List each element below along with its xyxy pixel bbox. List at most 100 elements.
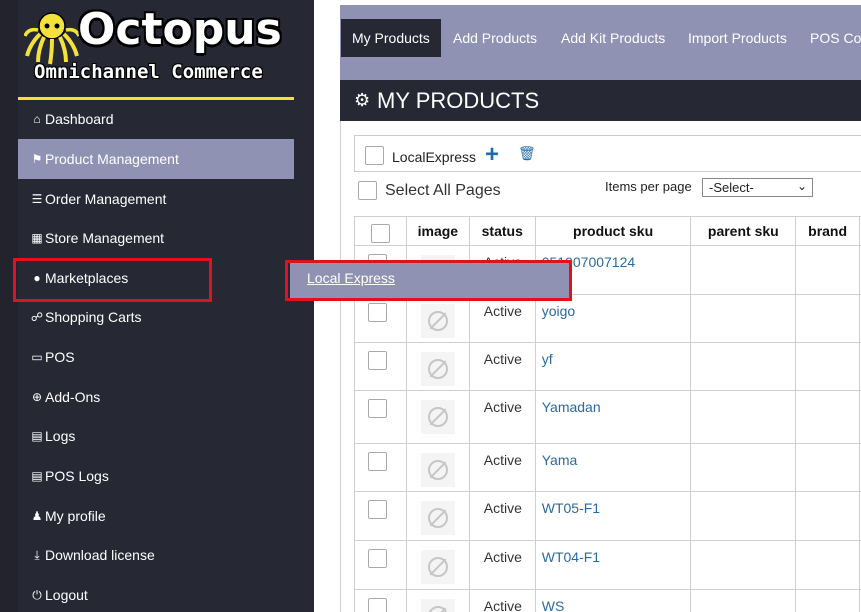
cubes-icon: ▦	[31, 231, 43, 245]
tab-bar: My Products Add Products Add Kit Product…	[340, 5, 861, 80]
no-image-icon	[420, 550, 455, 584]
user-icon: ♟	[31, 509, 43, 523]
no-image-icon	[420, 501, 455, 535]
highlight-marketplaces	[13, 258, 212, 302]
sidebar-item-product-management[interactable]: ⚑ Product Management	[18, 139, 294, 179]
highlight-local-express	[285, 260, 572, 301]
store-row: LocalExpress + 🗑	[354, 135, 861, 172]
row-checkbox[interactable]	[368, 303, 387, 322]
gears-icon: ⚙	[354, 90, 371, 110]
items-per-page-select[interactable]: -Select- ⌄	[702, 178, 813, 197]
select-all-checkbox[interactable]	[358, 181, 377, 200]
logo[interactable]: Octopus Omnichannel Commerce	[18, 0, 294, 100]
no-image-icon	[420, 304, 455, 338]
sidebar-item-dashboard[interactable]: ⌂ Dashboard	[18, 99, 294, 139]
sidebar-item-label: My profile	[45, 508, 106, 524]
power-icon: ⏻	[32, 587, 42, 602]
file-icon: ▤	[31, 429, 43, 443]
logo-title: Octopus	[78, 4, 282, 55]
plus-icon[interactable]: +	[485, 141, 499, 169]
sku-link[interactable]: Yamadan	[536, 391, 691, 415]
sidebar-item-label: Logs	[45, 428, 76, 444]
column-header-brand[interactable]: brand	[795, 216, 861, 246]
row-checkbox[interactable]	[368, 399, 387, 418]
sku-link[interactable]: yf	[536, 343, 691, 367]
column-header-image[interactable]: image	[405, 216, 470, 246]
table-row: Active yoigo	[354, 294, 861, 343]
sidebar-item-shopping-carts[interactable]: ☍ Shopping Carts	[18, 297, 294, 337]
sku-link[interactable]: WT04-F1	[536, 541, 691, 565]
row-checkbox[interactable]	[368, 452, 387, 471]
sidebar-item-label: Order Management	[45, 191, 167, 207]
select-all-label: Select All Pages	[385, 182, 501, 199]
trash-icon[interactable]: 🗑	[518, 145, 536, 162]
row-checkbox[interactable]	[368, 598, 387, 612]
sidebar-item-label: Store Management	[45, 230, 165, 246]
sidebar-item-download-license[interactable]: ⤓ Download license	[18, 535, 294, 575]
no-image-icon	[420, 453, 455, 487]
sidebar-item-label: POS	[45, 349, 75, 365]
octopus-icon	[24, 12, 80, 65]
header-checkbox[interactable]	[370, 223, 390, 243]
row-checkbox[interactable]	[368, 549, 387, 568]
column-header-parent-sku[interactable]: parent sku	[690, 216, 797, 246]
no-image-icon	[420, 599, 455, 612]
sku-link[interactable]: WS	[536, 590, 691, 612]
status-text: Active	[483, 598, 522, 612]
tab-add-products[interactable]: Add Products	[442, 19, 548, 57]
table-row: Active WS	[354, 589, 861, 612]
chevron-down-icon: ⌄	[796, 179, 807, 193]
logo-subtitle: Omnichannel Commerce	[34, 61, 263, 83]
sidebar-item-store-management[interactable]: ▦ Store Management	[18, 218, 294, 258]
tab-my-products[interactable]: My Products	[341, 19, 441, 57]
table-row: Active yf	[354, 342, 861, 391]
sku-link[interactable]: Yama	[536, 444, 691, 468]
status-text: Active	[483, 500, 522, 516]
home-icon: ⌂	[33, 112, 41, 126]
status-text: Active	[483, 351, 522, 367]
database-icon: ☰	[31, 192, 43, 206]
sidebar-item-order-management[interactable]: ☰ Order Management	[18, 179, 294, 219]
row-checkbox[interactable]	[368, 351, 387, 370]
header-checkbox-cell	[354, 216, 407, 246]
main-content: My Products Add Products Add Kit Product…	[340, 0, 861, 612]
column-header-product-sku[interactable]: product sku	[534, 216, 692, 246]
sidebar-item-pos-logs[interactable]: ▤ POS Logs	[18, 456, 294, 496]
sidebar-item-label: Shopping Carts	[45, 309, 142, 325]
sidebar-item-label: Download license	[45, 547, 155, 563]
sidebar-item-logs[interactable]: ▤ Logs	[18, 416, 294, 456]
table-row: Active WT04-F1	[354, 540, 861, 590]
items-per-page-label: Items per page	[605, 179, 692, 194]
no-image-icon	[420, 400, 455, 434]
sidebar-item-label: Logout	[45, 587, 88, 603]
table-header-row: image status product sku parent sku bran…	[354, 216, 861, 246]
sidebar-item-label: Add-Ons	[45, 389, 101, 405]
plus-circle-icon: ⊕	[31, 390, 43, 404]
sidebar-strip	[294, 0, 314, 612]
tab-add-kit-products[interactable]: Add Kit Products	[550, 19, 676, 57]
status-text: Active	[483, 549, 522, 565]
status-text: Active	[483, 399, 522, 415]
products-panel: LocalExpress + 🗑 Select All Pages Items …	[340, 121, 861, 612]
tab-import-products[interactable]: Import Products	[677, 19, 798, 57]
sidebar-item-label: POS Logs	[45, 468, 109, 484]
items-per-page-value: -Select-	[709, 180, 754, 195]
table-row: Active WT05-F1	[354, 491, 861, 541]
download-icon: ⤓	[34, 547, 40, 562]
sidebar-item-my-profile[interactable]: ♟ My profile	[18, 496, 294, 536]
store-label: LocalExpress	[392, 149, 477, 165]
sidebar-item-pos[interactable]: ▭ POS	[18, 337, 294, 377]
tab-pos[interactable]: POS Co	[799, 19, 861, 57]
file-icon: ▤	[31, 469, 43, 483]
sku-link[interactable]: WT05-F1	[536, 492, 691, 516]
sidebar-item-add-ons[interactable]: ⊕ Add-Ons	[18, 377, 294, 417]
sidebar-item-label: Dashboard	[45, 111, 114, 127]
sidebar-edge	[0, 0, 18, 612]
sidebar-item-logout[interactable]: ⏻ Logout	[18, 575, 294, 612]
page-title: MY PRODUCTS	[377, 88, 540, 113]
app-root: Octopus Omnichannel Commerce ⌂ Dashboard …	[0, 0, 861, 612]
store-checkbox[interactable]	[365, 146, 384, 165]
laptop-icon: ▭	[31, 350, 43, 364]
row-checkbox[interactable]	[368, 500, 387, 519]
column-header-status[interactable]: status	[468, 216, 536, 246]
